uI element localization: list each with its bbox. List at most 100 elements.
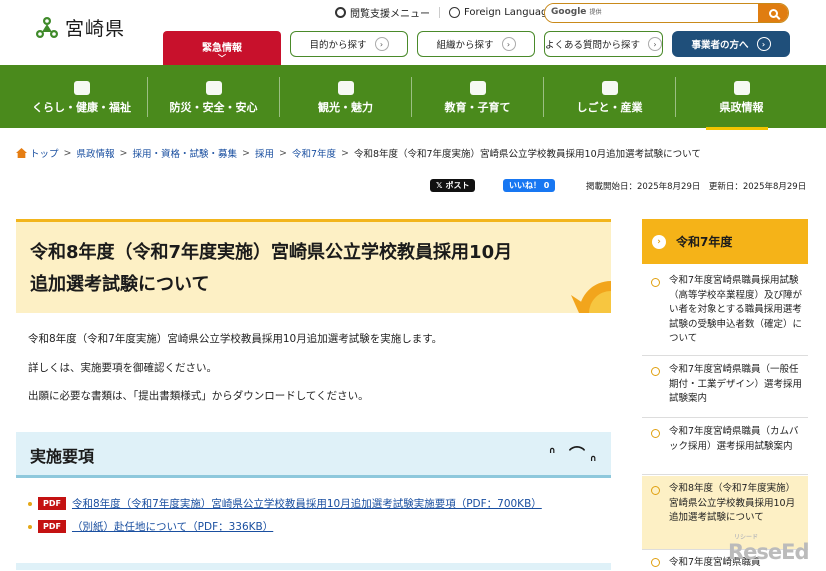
chevron-right-icon: › <box>501 37 516 51</box>
nav-active-indicator <box>706 127 768 130</box>
house-icon <box>73 81 90 95</box>
breadcrumb-recruit-exam[interactable]: 採用・資格・試験・募集 <box>132 146 237 160</box>
facebook-like-button[interactable]: いいね！ 0 <box>503 179 556 192</box>
emergency-label: 緊急情報 <box>202 43 242 54</box>
bullet-icon <box>651 367 660 376</box>
nav-label: 観光・魅力 <box>318 101 373 114</box>
sidebar-item-label: 令和7年度宮崎県職員（カムバック採用）選考採用試験案内 <box>669 426 799 452</box>
nav-government-info[interactable]: 県政情報 <box>676 73 807 121</box>
breadcrumb-top[interactable]: トップ <box>30 146 59 160</box>
home-icon <box>16 148 27 158</box>
prefecture-emblem-icon <box>36 16 58 38</box>
page-title: 令和8年度（令和7年度実施）宮崎県公立学校教員採用10月 追加選考試験について <box>30 237 512 301</box>
nav-work-industry[interactable]: しごと・産業 <box>544 73 675 121</box>
org-search-button[interactable]: 組織から探す › <box>417 31 535 57</box>
purpose-search-button[interactable]: 目的から探す › <box>290 31 408 57</box>
guideline-pdf-link[interactable]: 令和8年度（令和7年度実施）宮崎県公立学校教員採用10月追加選考試験実施要項（P… <box>72 496 542 511</box>
page-title-box: 令和8年度（令和7年度実施）宮崎県公立学校教員採用10月 追加選考試験について <box>16 219 611 313</box>
nav-disaster-safety[interactable]: 防災・安全・安心 <box>148 73 279 121</box>
next-section-heading <box>16 563 611 570</box>
business-button[interactable]: 事業者の方へ › <box>672 31 790 57</box>
breadcrumb-recruit[interactable]: 採用 <box>255 146 274 160</box>
watermark-text: ReseEd <box>728 540 810 564</box>
intro-paragraph: 令和8年度（令和7年度実施）宮崎県公立学校教員採用10月追加選考試験を実施します… <box>28 333 443 345</box>
x-logo-icon: 𝕏 <box>436 181 443 190</box>
nav-label: 教育・子育て <box>444 101 511 114</box>
chevron-right-icon: › <box>652 234 666 249</box>
chevron-right-icon: › <box>756 37 771 51</box>
search-icon <box>768 8 778 18</box>
bullet-icon <box>28 501 32 506</box>
site-logo[interactable]: 宮崎県 <box>34 14 125 41</box>
accessibility-menu-label: 閲覧支援メニュー <box>350 9 430 20</box>
breadcrumb-gov-info[interactable]: 県政情報 <box>76 146 114 160</box>
org-search-label: 組織から探す <box>436 40 494 51</box>
faq-search-button[interactable]: よくある質問から探す › <box>544 31 663 57</box>
watermark-small-text: リシード <box>734 534 759 541</box>
bird-decoration-icon: ᐢ <box>549 444 556 463</box>
sidebar-item-label: 令和7年度宮崎県職員採用試験（高等学校卒業程度）及び障がい者を対象とする職員採用… <box>669 275 803 344</box>
sidebar-item-current[interactable]: 令和8年度（令和7年度実施）宮崎県公立学校教員採用10月追加選考試験について <box>642 476 808 550</box>
nav-living-health-welfare[interactable]: くらし・健康・福祉 <box>16 73 147 121</box>
pdf-badge: PDF <box>38 497 66 510</box>
document-item: PDF （別紙）赴任地について（PDF：336KB） <box>28 519 273 534</box>
sidebar-heading-label: 令和7年度 <box>676 235 733 249</box>
sidebar-item-label: 令和8年度（令和7年度実施）宮崎県公立学校教員採用10月追加選考試験について <box>669 483 796 523</box>
chevron-right-icon: › <box>648 37 662 51</box>
globe-icon <box>449 7 460 18</box>
nav-tourism[interactable]: 観光・魅力 <box>280 73 411 121</box>
nav-education-childcare[interactable]: 教育・子育て <box>412 73 543 121</box>
sidebar-item[interactable]: 令和7年度宮崎県職員（カムバック採用）選考採用試験案内 <box>642 419 808 475</box>
sidebar-heading[interactable]: › 令和7年度 <box>642 219 808 264</box>
business-label: 事業者の方へ <box>691 40 749 51</box>
assignment-location-pdf-link[interactable]: （別紙）赴任地について（PDF：336KB） <box>72 519 273 534</box>
x-post-button[interactable]: 𝕏 ポスト <box>430 179 476 192</box>
search-brand-suffix: 提供 <box>589 9 602 16</box>
logo-text: 宮崎県 <box>65 18 126 40</box>
prefecture-emblem-icon <box>733 81 750 95</box>
faq-search-label: よくある質問から探す <box>545 40 641 51</box>
global-nav: くらし・健康・福祉 防災・安全・安心 観光・魅力 教育・子育て しごと・産業 県… <box>0 65 826 130</box>
bullet-icon <box>28 524 32 529</box>
section-heading-box: 実施要項 ᐢ ⌒ ᐢ <box>16 432 611 478</box>
gear-icon <box>335 7 346 18</box>
facebook-like-label: いいね！ 0 <box>509 181 550 190</box>
document-item: PDF 令和8年度（令和7年度実施）宮崎県公立学校教員採用10月追加選考試験実施… <box>28 496 542 511</box>
check-guideline-paragraph: 詳しくは、実施要項を御確認ください。 <box>28 362 217 374</box>
breadcrumb: トップ > 県政情報 > 採用・資格・試験・募集 > 採用 > 令和7年度 > 令和8年度… <box>16 146 701 160</box>
sidebar-item[interactable]: 令和7年度宮崎県職員（一般任期付・工業デザイン）選考採用試験案内 <box>642 357 808 418</box>
x-post-label: ポスト <box>445 181 470 190</box>
bullet-icon <box>651 429 660 438</box>
page-title-line1: 令和8年度（令和7年度実施）宮崎県公立学校教員採用10月 <box>30 242 513 263</box>
pdf-badge: PDF <box>38 520 66 533</box>
bird-decoration-icon: ᐢ <box>590 452 597 471</box>
bullet-icon <box>651 486 660 495</box>
search-brand: Google 提供 <box>551 7 602 17</box>
chevron-down-icon: ﹀ <box>218 54 226 63</box>
foreign-language-label: Foreign Language <box>464 7 554 18</box>
sidebar-item-label: 令和7年度宮崎県職員（一般任期付・工業デザイン）選考採用試験案内 <box>669 364 803 404</box>
breadcrumb-r7[interactable]: 令和7年度 <box>292 146 336 160</box>
publish-dates: 掲載開始日：2025年8月29日 更新日：2025年8月29日 <box>586 182 807 192</box>
page-title-line2: 追加選考試験について <box>30 274 210 295</box>
utility-links: 閲覧支援メニュー Foreign Language <box>326 5 563 20</box>
helmet-icon <box>205 81 222 95</box>
nav-label: しごと・産業 <box>576 101 643 114</box>
emergency-info-tab[interactable]: 緊急情報 ﹀ <box>163 31 281 65</box>
sidebar-item[interactable]: 令和7年度宮崎県職員採用試験（高等学校卒業程度）及び障がい者を対象とする職員採用… <box>642 268 808 356</box>
nav-label: くらし・健康・福祉 <box>32 101 131 114</box>
search-button[interactable] <box>758 4 788 22</box>
purpose-search-label: 目的から探す <box>309 40 367 51</box>
nav-label: 防災・安全・安心 <box>169 101 258 114</box>
accessibility-menu-link[interactable]: 閲覧支援メニュー <box>326 5 439 20</box>
breadcrumb-current: 令和8年度（令和7年度実施）宮崎県公立学校教員採用10月追加選考試験について <box>353 149 701 160</box>
nav-label: 県政情報 <box>719 101 764 114</box>
chevron-right-icon: › <box>374 37 389 51</box>
section-heading: 実施要項 <box>30 447 95 466</box>
sun-decoration-icon <box>571 281 611 313</box>
bullet-icon <box>651 558 660 567</box>
bullet-icon <box>651 278 660 287</box>
bird-decoration-icon: ⌒ <box>569 445 586 464</box>
stroller-icon <box>469 81 486 95</box>
palm-tree-icon <box>337 81 354 95</box>
